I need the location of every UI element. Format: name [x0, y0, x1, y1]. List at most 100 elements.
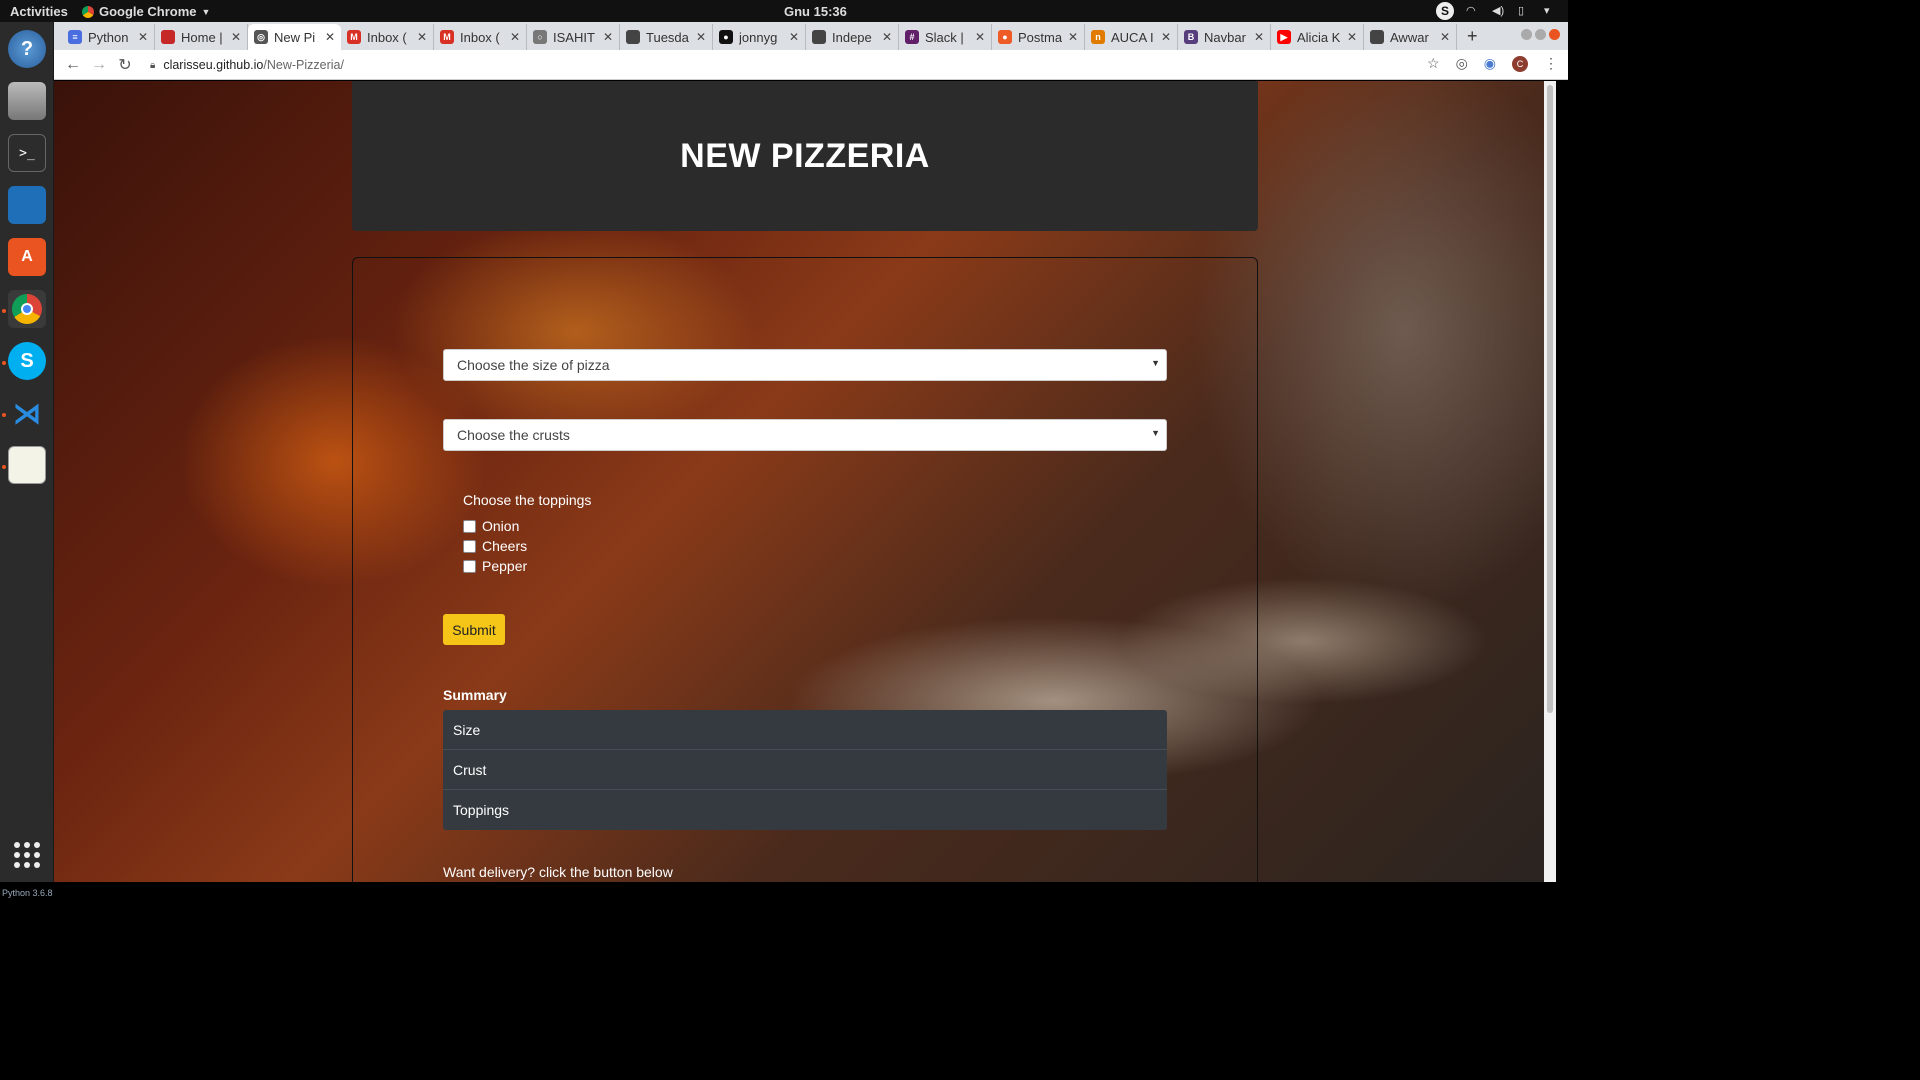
browser-tab[interactable]: ◎ New Pi ✕	[248, 24, 341, 50]
tab-favicon-icon: ◎	[254, 30, 268, 44]
browser-tab[interactable]: Home | ✕	[155, 24, 248, 50]
show-applications-icon[interactable]	[14, 842, 40, 868]
maximize-button[interactable]	[1535, 29, 1546, 40]
tab-close-icon[interactable]: ✕	[975, 30, 985, 44]
checkbox[interactable]	[463, 559, 476, 573]
reload-icon[interactable]: ↻	[112, 55, 138, 75]
skype-tray-icon[interactable]: S	[1436, 2, 1454, 20]
tab-close-icon[interactable]: ✕	[1347, 30, 1357, 44]
browser-tab[interactable]: ≡ Python ✕	[62, 24, 155, 50]
browser-tab[interactable]: Tuesda ✕	[620, 24, 713, 50]
tab-close-icon[interactable]: ✕	[231, 30, 241, 44]
browser-tab[interactable]: M Inbox (✕	[434, 24, 527, 50]
browser-tab[interactable]: B Navbar ✕	[1178, 24, 1271, 50]
terminal-icon[interactable]: >_	[8, 134, 46, 172]
page-title: NEW PIZZERIA	[680, 136, 930, 175]
help-icon[interactable]: ?	[8, 30, 46, 68]
tab-close-icon[interactable]: ✕	[1161, 30, 1171, 44]
tab-label: Inbox (	[460, 29, 500, 45]
volume-icon[interactable]: ◀)	[1492, 5, 1506, 17]
app-menu[interactable]: Google Chrome ▼	[82, 4, 210, 19]
wifi-icon[interactable]: ◠	[1466, 5, 1480, 17]
tab-close-icon[interactable]: ✕	[1254, 30, 1264, 44]
chevron-down-icon: ▼	[201, 6, 211, 17]
writer-icon[interactable]	[8, 186, 46, 224]
address-bar[interactable]: 🔒︎ clarisseu.github.io/New-Pizzeria/	[150, 54, 1450, 76]
running-indicator	[2, 413, 6, 417]
tab-close-icon[interactable]: ✕	[510, 30, 520, 44]
profile-avatar[interactable]: C	[1512, 55, 1528, 72]
tab-close-icon[interactable]: ✕	[1440, 30, 1450, 44]
tab-favicon-icon: B	[1184, 30, 1198, 44]
tab-favicon-icon: ▶	[1277, 30, 1291, 44]
page-scrollbar[interactable]	[1544, 81, 1556, 882]
scrollbar-thumb[interactable]	[1547, 85, 1553, 713]
browser-tab[interactable]: ○ ISAHIT ✕	[527, 24, 620, 50]
window-close-button[interactable]	[1549, 29, 1560, 40]
battery-icon[interactable]: ▯	[1518, 5, 1532, 17]
bookmark-star-icon[interactable]: ☆	[1427, 55, 1440, 72]
new-tab-button[interactable]: +	[1467, 26, 1478, 47]
checkbox[interactable]	[463, 539, 476, 553]
tab-label: Inbox (	[367, 29, 407, 45]
tab-close-icon[interactable]: ✕	[1068, 30, 1078, 44]
browser-tab[interactable]: n AUCA I ✕	[1085, 24, 1178, 50]
files-icon[interactable]	[8, 82, 46, 120]
browser-tab[interactable]: Indepe ✕	[806, 24, 899, 50]
tab-close-icon[interactable]: ✕	[603, 30, 613, 44]
submit-button[interactable]: Submit	[443, 614, 505, 645]
tab-close-icon[interactable]: ✕	[789, 30, 799, 44]
menu-kebab-icon[interactable]: ⋮	[1544, 55, 1558, 72]
summary-size: Size	[443, 710, 1167, 750]
text-editor-icon[interactable]	[8, 446, 46, 484]
browser-tab[interactable]: ● Postma ✕	[992, 24, 1085, 50]
skype-icon[interactable]: S	[8, 342, 46, 380]
chrome-dock-icon[interactable]	[8, 290, 46, 328]
page-header: NEW PIZZERIA	[352, 81, 1258, 231]
browser-tab[interactable]: ▶ Alicia K ✕	[1271, 24, 1364, 50]
tab-close-icon[interactable]: ✕	[138, 30, 148, 44]
tab-close-icon[interactable]: ✕	[882, 30, 892, 44]
system-top-bar: Activities Google Chrome ▼ Gnu 15:36 S ◠…	[0, 0, 1568, 22]
tab-close-icon[interactable]: ✕	[417, 30, 427, 44]
tab-strip: ≡ Python ✕ Home | ✕ ◎ New Pi ✕ M Inbox (✕ M Inbox (…	[54, 22, 1568, 50]
topping-label: Onion	[482, 518, 520, 534]
tab-favicon-icon	[161, 30, 175, 44]
activities-button[interactable]: Activities	[10, 4, 68, 19]
page-viewport: NEW PIZZERIA Choose the size of pizza ▼ …	[54, 81, 1556, 882]
extension-icon[interactable]: ◉	[1484, 55, 1496, 72]
browser-tab[interactable]: Awwar ✕	[1364, 24, 1457, 50]
tab-favicon-icon: ○	[533, 30, 547, 44]
running-indicator	[2, 465, 6, 469]
back-arrow-icon[interactable]: ←	[60, 56, 86, 74]
tab-favicon-icon: n	[1091, 30, 1105, 44]
forward-arrow-icon[interactable]: →	[86, 56, 112, 74]
topping-cheers[interactable]: Cheers	[463, 538, 527, 554]
window-controls	[1521, 29, 1560, 40]
tab-favicon-icon: M	[347, 30, 361, 44]
tab-label: AUCA I	[1111, 29, 1154, 45]
software-center-icon[interactable]: A	[8, 238, 46, 276]
tab-close-icon[interactable]: ✕	[696, 30, 706, 44]
tab-favicon-icon: ●	[998, 30, 1012, 44]
url-path: /New-Pizzeria/	[263, 58, 344, 72]
topping-pepper[interactable]: Pepper	[463, 558, 527, 574]
clock[interactable]: Gnu 15:36	[784, 4, 847, 19]
app-name-label: Google Chrome	[99, 4, 197, 19]
tab-label: jonnyg	[739, 29, 778, 45]
tab-label: Indepe	[832, 29, 872, 45]
extension-icon[interactable]: ◎	[1456, 55, 1468, 72]
topping-onion[interactable]: Onion	[463, 518, 519, 534]
pizza-size-select[interactable]: Choose the size of pizza ▼	[443, 349, 1167, 381]
tab-favicon-icon	[812, 30, 826, 44]
tab-close-icon[interactable]: ✕	[325, 30, 335, 44]
checkbox[interactable]	[463, 519, 476, 533]
minimize-button[interactable]	[1521, 29, 1532, 40]
order-form: Choose the size of pizza ▼ Choose the cr…	[352, 257, 1258, 882]
browser-tab[interactable]: M Inbox ( ✕	[341, 24, 434, 50]
browser-tab[interactable]: # Slack | ✕	[899, 24, 992, 50]
vscode-icon[interactable]: ⋊	[8, 394, 46, 432]
system-menu-chevron-icon[interactable]: ▾	[1544, 5, 1558, 17]
crust-select[interactable]: Choose the crusts ▼	[443, 419, 1167, 451]
browser-tab[interactable]: ● jonnyg ✕	[713, 24, 806, 50]
